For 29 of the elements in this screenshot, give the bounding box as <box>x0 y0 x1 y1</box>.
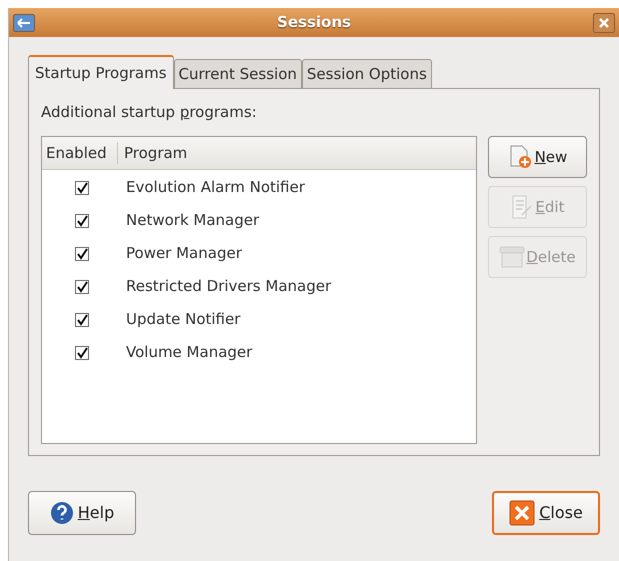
section-label: Additional startup programs: <box>41 102 258 123</box>
help-icon <box>50 501 74 525</box>
checkbox[interactable] <box>75 346 89 360</box>
close-icon <box>509 500 536 526</box>
close-icon[interactable] <box>593 12 615 32</box>
checkbox[interactable] <box>75 180 89 194</box>
checkbox[interactable] <box>75 312 89 326</box>
table-cell-text: Power Manager <box>126 243 242 264</box>
new-button[interactable]: New <box>488 136 587 178</box>
close-button[interactable]: Close <box>492 491 600 535</box>
tab[interactable]: Startup Programs <box>28 55 174 89</box>
window-menu-icon[interactable] <box>13 14 35 32</box>
table-cell-text: Update Notifier <box>126 309 240 330</box>
tab[interactable]: Current Session <box>174 59 302 89</box>
checkbox[interactable] <box>75 214 89 228</box>
table-cell-text: Restricted Drivers Manager <box>126 276 332 298</box>
window-title: Sessions <box>276 12 352 34</box>
table-cell-text: Volume Manager <box>126 342 252 364</box>
tab[interactable]: Session Options <box>302 59 432 89</box>
checkbox[interactable] <box>75 280 89 294</box>
checkbox[interactable] <box>75 246 89 260</box>
edit-icon <box>510 195 534 219</box>
document-add-icon <box>508 145 534 169</box>
trash-icon <box>499 245 526 269</box>
table-cell-text: Evolution Alarm Notifier <box>126 177 305 198</box>
table-cell-text: Network Manager <box>126 210 260 232</box>
column-header[interactable]: Program <box>118 142 476 164</box>
column-header[interactable]: Enabled <box>42 142 118 164</box>
help-button[interactable]: Help <box>28 491 136 535</box>
